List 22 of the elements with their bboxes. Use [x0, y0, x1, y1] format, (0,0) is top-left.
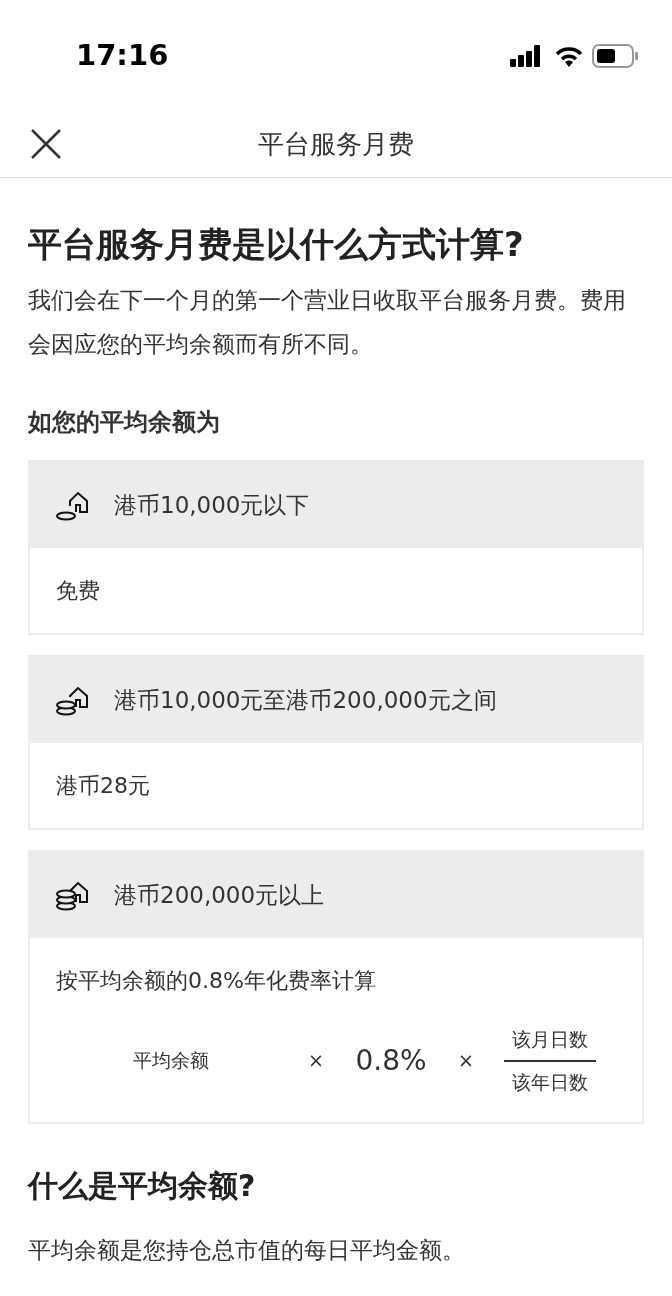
faq-text: 平均余额是您持仓总市值的每日平均金额。: [28, 1236, 466, 1266]
tier-fee: 港币28元: [56, 772, 151, 801]
fraction-numerator: 该月日数: [504, 1025, 596, 1062]
tier-range: 港币10,000元至港币200,000元之间: [114, 685, 497, 715]
section-heading: 什么是平均余额?: [28, 1168, 257, 1205]
intro-text: 我们会在下一个月的第一个营业日收取平台服务月费。费用会因应您的平均余额而有所不同。: [28, 286, 627, 360]
formula-term: 平均余额: [132, 1048, 210, 1074]
close-icon[interactable]: [30, 128, 62, 160]
wifi-icon: [554, 45, 584, 67]
status-time: 17:16: [76, 37, 169, 75]
section-heading: 平台服务月费是以什么方式计算?: [28, 223, 525, 266]
multiply-sign: ×: [457, 1048, 475, 1074]
tier-fee: 免费: [56, 577, 101, 606]
tier-range: 港币200,000元以上: [114, 880, 325, 910]
fraction-denominator: 该年日数: [511, 1069, 589, 1095]
battery-icon: [592, 44, 638, 68]
formula-rate: 0.8%: [354, 1042, 428, 1079]
tier-range: 港币10,000元以下: [114, 490, 310, 520]
page-title: 平台服务月费: [258, 128, 414, 161]
tiers-label: 如您的平均余额为: [28, 407, 221, 439]
multiply-sign: ×: [307, 1048, 325, 1074]
tier-fee: 按平均余额的0.8%年化费率计算: [56, 967, 377, 996]
